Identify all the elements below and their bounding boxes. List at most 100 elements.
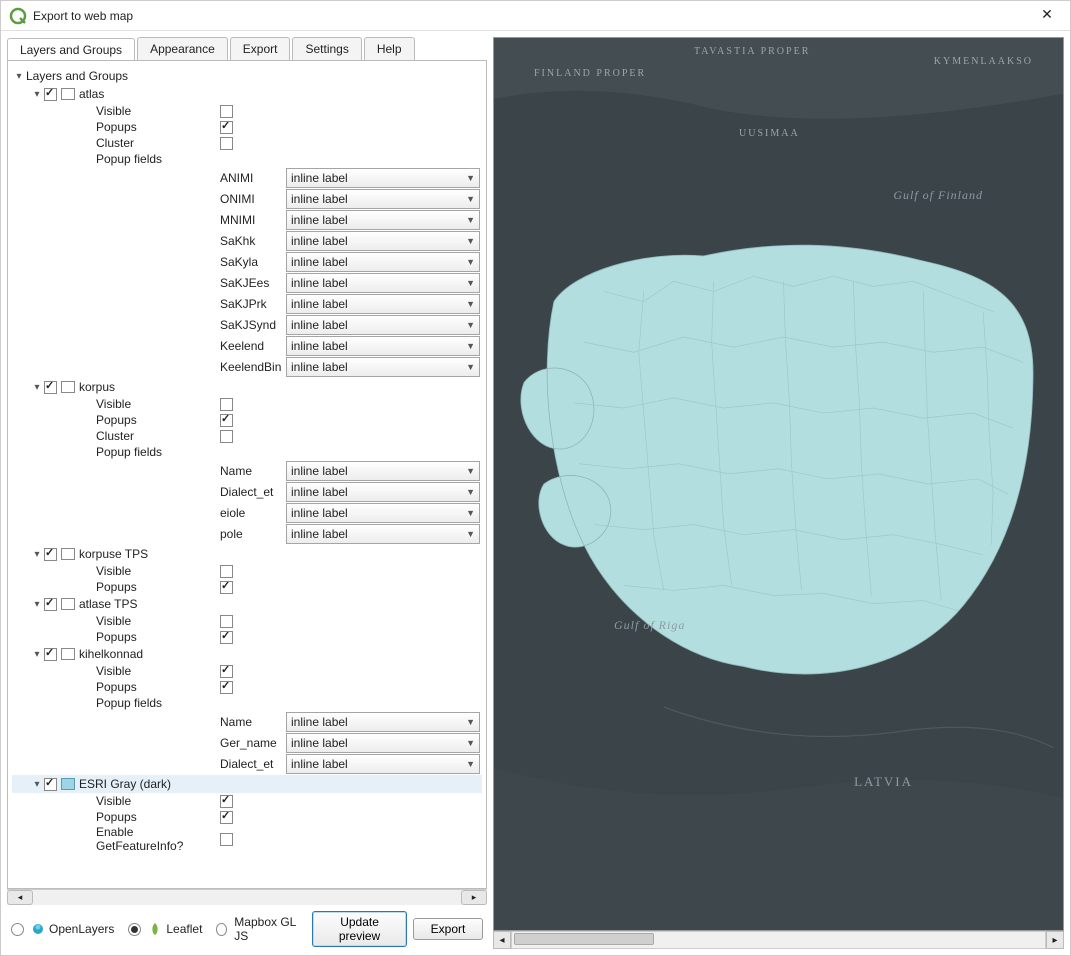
field-dropdown[interactable]: inline label▼: [286, 357, 480, 377]
update-preview-button[interactable]: Update preview: [312, 911, 407, 947]
engine-mapbox[interactable]: Mapbox GL JS: [216, 915, 298, 943]
expander-icon[interactable]: ▾: [30, 647, 44, 661]
prop-label: Popups: [96, 413, 220, 427]
field-dropdown[interactable]: inline label▼: [286, 733, 480, 753]
layer-name[interactable]: korpuse TPS: [79, 547, 148, 561]
prop-checkbox-popups[interactable]: [220, 631, 233, 644]
field-dropdown[interactable]: inline label▼: [286, 189, 480, 209]
field-dropdown[interactable]: inline label▼: [286, 168, 480, 188]
tab-layers-and-groups[interactable]: Layers and Groups: [7, 38, 135, 61]
expander-icon[interactable]: ▾: [12, 69, 26, 83]
prop-checkbox-popups[interactable]: [220, 414, 233, 427]
openlayers-icon: [31, 922, 45, 936]
prop-checkbox-visible[interactable]: [220, 615, 233, 628]
field-dropdown[interactable]: inline label▼: [286, 503, 480, 523]
field-dropdown[interactable]: inline label▼: [286, 712, 480, 732]
scroll-left-icon[interactable]: ◂: [493, 931, 511, 949]
chevron-down-icon: ▼: [466, 257, 475, 267]
prop-label: Visible: [96, 564, 220, 578]
prop-checkbox-popups[interactable]: [220, 581, 233, 594]
map-label: LATVIA: [854, 774, 913, 790]
prop-label: Cluster: [96, 136, 220, 150]
field-dropdown[interactable]: inline label▼: [286, 315, 480, 335]
field-name: Dialect_et: [220, 485, 286, 499]
map-horizontal-scrollbar[interactable]: ◂ ▸: [493, 931, 1064, 949]
radio-mapbox[interactable]: [216, 923, 227, 936]
field-dropdown[interactable]: inline label▼: [286, 482, 480, 502]
map-label: Gulf of Riga: [614, 618, 685, 633]
field-name: Keelend: [220, 339, 286, 353]
field-name: SaKhk: [220, 234, 286, 248]
engine-openlayers[interactable]: OpenLayers: [11, 922, 114, 936]
field-dropdown[interactable]: inline label▼: [286, 273, 480, 293]
close-icon[interactable]: ✕: [1032, 6, 1062, 26]
prop-checkbox-visible[interactable]: [220, 665, 233, 678]
expander-icon[interactable]: ▾: [30, 777, 44, 791]
expander-icon[interactable]: ▾: [30, 380, 44, 394]
field-dropdown[interactable]: inline label▼: [286, 754, 480, 774]
field-dropdown[interactable]: inline label▼: [286, 461, 480, 481]
prop-checkbox-visible[interactable]: [220, 795, 233, 808]
radio-leaflet[interactable]: [128, 923, 141, 936]
tab-export[interactable]: Export: [230, 37, 291, 60]
expander-icon[interactable]: ▾: [30, 87, 44, 101]
prop-label: Popups: [96, 680, 220, 694]
scroll-right-icon[interactable]: ▸: [461, 890, 487, 905]
tab-appearance[interactable]: Appearance: [137, 37, 228, 60]
prop-checkbox-popups[interactable]: [220, 121, 233, 134]
prop-checkbox-cluster[interactable]: [220, 430, 233, 443]
chevron-down-icon: ▼: [466, 759, 475, 769]
prop-label: Popup fields: [96, 696, 220, 710]
field-dropdown[interactable]: inline label▼: [286, 252, 480, 272]
field-dropdown[interactable]: inline label▼: [286, 294, 480, 314]
radio-openlayers[interactable]: [11, 923, 24, 936]
prop-checkbox-visible[interactable]: [220, 398, 233, 411]
layer-checkbox-korpuse-tps[interactable]: [44, 548, 57, 561]
tab-settings[interactable]: Settings: [292, 37, 361, 60]
layer-checkbox-atlase-tps[interactable]: [44, 598, 57, 611]
expander-icon[interactable]: ▾: [30, 547, 44, 561]
layer-name[interactable]: kihelkonnad: [79, 647, 143, 661]
scroll-right-icon[interactable]: ▸: [1046, 931, 1064, 949]
field-name: KeelendBin: [220, 360, 286, 374]
map-label: FINLAND PROPER: [534, 68, 646, 79]
layer-checkbox-esri-gray-dark[interactable]: [44, 778, 57, 791]
prop-checkbox-popups[interactable]: [220, 811, 233, 824]
expander-icon[interactable]: ▾: [30, 597, 44, 611]
panel-horizontal-scrollbar[interactable]: ◂ ▸: [7, 889, 487, 905]
prop-label: Popup fields: [96, 445, 220, 459]
field-dropdown[interactable]: inline label▼: [286, 210, 480, 230]
layer-checkbox-korpus[interactable]: [44, 381, 57, 394]
engine-leaflet[interactable]: Leaflet: [128, 922, 202, 936]
export-button[interactable]: Export: [413, 918, 483, 940]
layer-name[interactable]: korpus: [79, 380, 115, 394]
tab-help[interactable]: Help: [364, 37, 415, 60]
map-label: KYMENLAAKSO: [934, 56, 1033, 67]
field-name: Name: [220, 715, 286, 729]
map-preview[interactable]: TAVASTIA PROPER FINLAND PROPER KYMENLAAK…: [493, 37, 1064, 931]
chevron-down-icon: ▼: [466, 738, 475, 748]
layer-icon: [61, 648, 75, 660]
layer-name[interactable]: atlas: [79, 87, 104, 101]
tab-bar: Layers and Groups Appearance Export Sett…: [7, 37, 487, 60]
prop-checkbox-getfeatureinfo[interactable]: [220, 833, 233, 846]
map-label: Gulf of Finland: [893, 188, 983, 203]
chevron-down-icon: ▼: [466, 194, 475, 204]
layer-checkbox-atlas[interactable]: [44, 88, 57, 101]
chevron-down-icon: ▼: [466, 529, 475, 539]
field-dropdown[interactable]: inline label▼: [286, 231, 480, 251]
layer-name[interactable]: atlase TPS: [79, 597, 137, 611]
prop-checkbox-popups[interactable]: [220, 681, 233, 694]
layer-name[interactable]: ESRI Gray (dark): [79, 777, 171, 791]
layer-icon: [61, 381, 75, 393]
prop-checkbox-visible[interactable]: [220, 565, 233, 578]
scroll-left-icon[interactable]: ◂: [7, 890, 33, 905]
layer-checkbox-kihelkonnad[interactable]: [44, 648, 57, 661]
prop-checkbox-cluster[interactable]: [220, 137, 233, 150]
field-dropdown[interactable]: inline label▼: [286, 336, 480, 356]
field-dropdown[interactable]: inline label▼: [286, 524, 480, 544]
prop-label: Popups: [96, 630, 220, 644]
scrollbar-thumb[interactable]: [514, 933, 654, 945]
field-name: Ger_name: [220, 736, 286, 750]
prop-checkbox-visible[interactable]: [220, 105, 233, 118]
